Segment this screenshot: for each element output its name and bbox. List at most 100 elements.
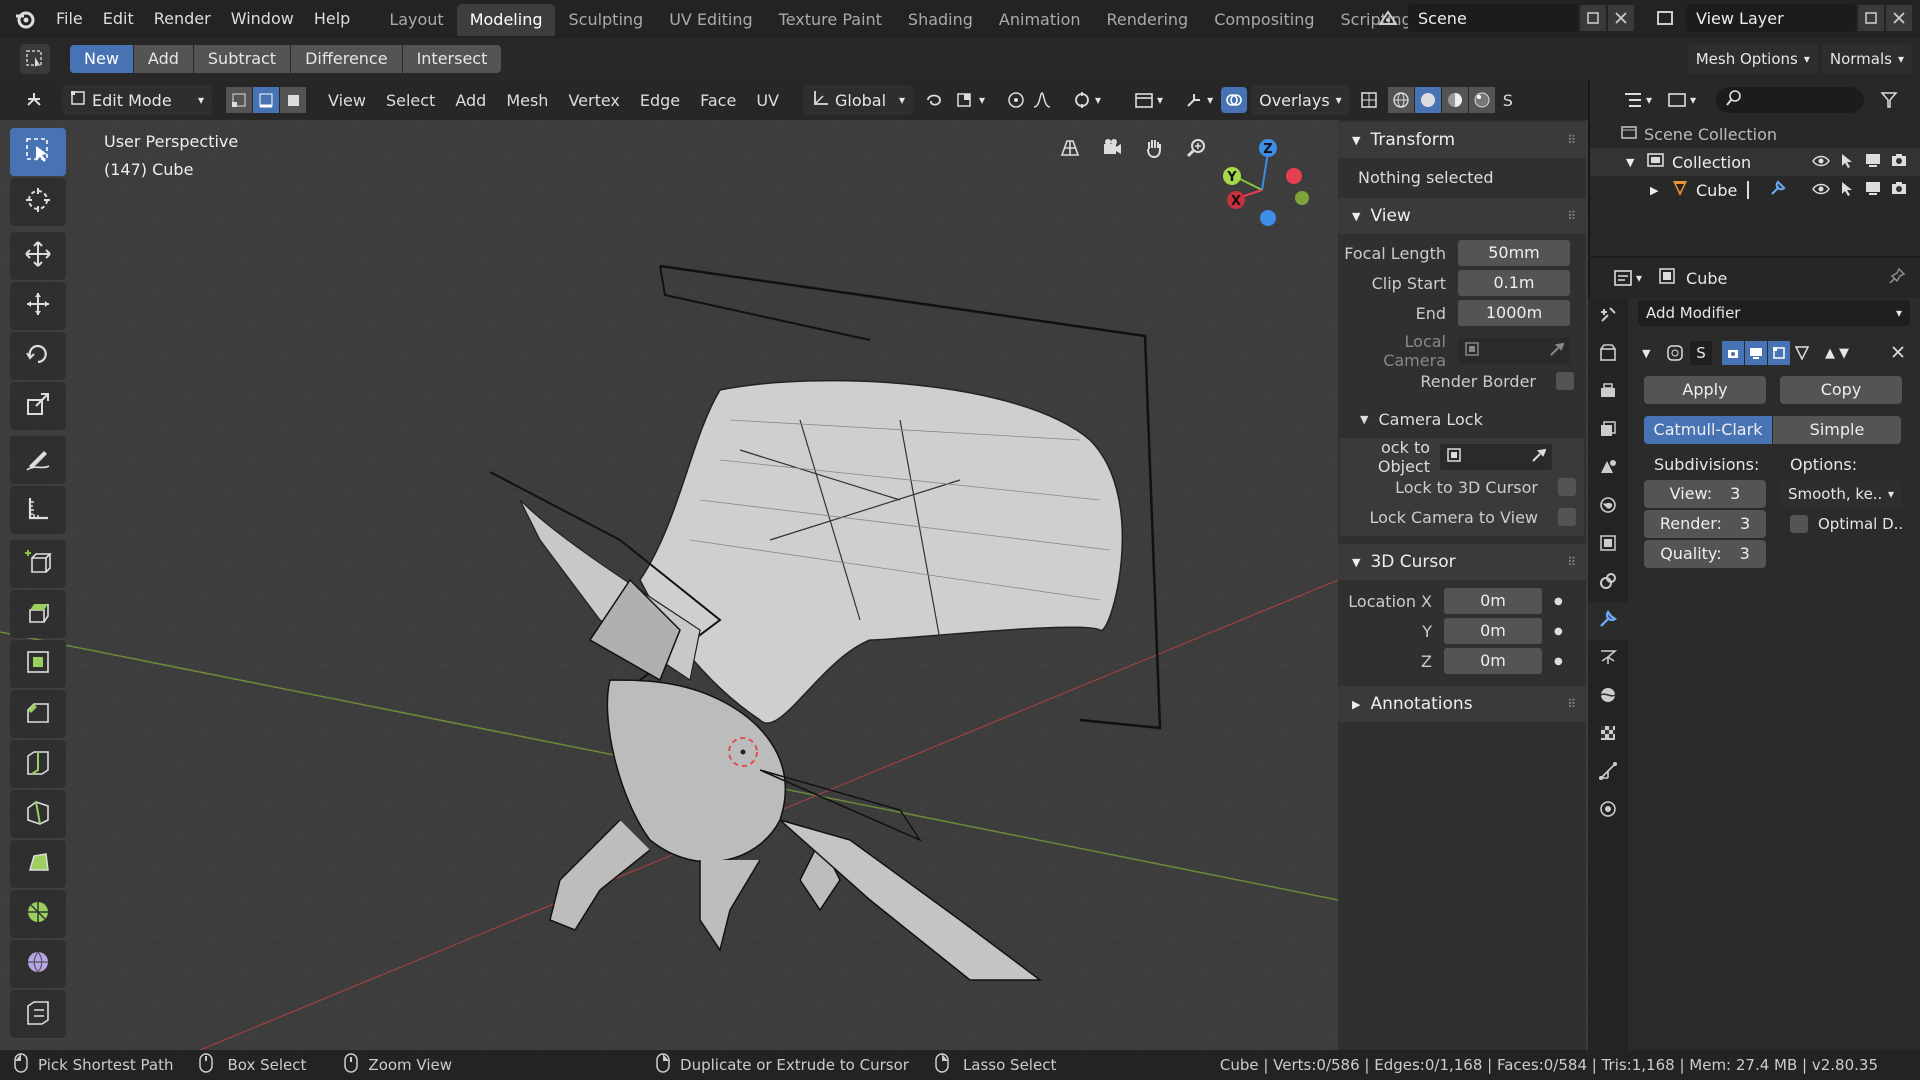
move-up-icon[interactable]: ▲ <box>1825 346 1835 361</box>
realtime-display-icon[interactable] <box>1745 341 1767 365</box>
chevron-down-icon[interactable]: ▾ <box>1157 93 1163 107</box>
copy-scene-icon[interactable] <box>1580 5 1606 31</box>
local-camera-field[interactable] <box>1458 338 1570 364</box>
menu-vertex[interactable]: Vertex <box>558 91 629 110</box>
tab-modeling[interactable]: Modeling <box>456 4 556 36</box>
face-select-icon[interactable] <box>280 87 306 113</box>
material-shading-icon[interactable] <box>1441 87 1468 113</box>
annotate-tool[interactable] <box>10 436 66 484</box>
edit-cage-icon[interactable] <box>1722 341 1744 365</box>
menu-mesh[interactable]: Mesh <box>496 91 558 110</box>
tab-shading[interactable]: Shading <box>895 4 986 36</box>
apply-button[interactable]: Apply <box>1644 376 1766 404</box>
menu-face[interactable]: Face <box>690 91 746 110</box>
overlays-dropdown[interactable]: Overlays ▾ <box>1251 85 1350 115</box>
filter-icon[interactable] <box>1876 87 1902 113</box>
lock-object-field[interactable] <box>1440 444 1552 470</box>
menu-edge[interactable]: Edge <box>630 91 690 110</box>
pivot-point-icon[interactable] <box>921 87 947 113</box>
eye-visibility-icon[interactable] <box>1812 153 1830 172</box>
keyframe-dot-icon[interactable]: ● <box>1554 596 1563 607</box>
mesh-options-dropdown[interactable]: Mesh Options ▾ <box>1687 44 1818 74</box>
render-levels-field[interactable]: Render: 3 <box>1644 510 1766 538</box>
zoom-icon[interactable] <box>1178 130 1214 166</box>
simple-button[interactable]: Simple <box>1773 416 1901 444</box>
tab-view-layer[interactable] <box>1588 412 1628 450</box>
scene-collection-row[interactable]: Scene Collection <box>1590 120 1920 148</box>
bevel-tool[interactable] <box>10 690 66 738</box>
tab-render[interactable] <box>1588 336 1628 374</box>
tab-texture-paint[interactable]: Texture Paint <box>766 4 895 36</box>
scene-name-field[interactable]: Scene <box>1408 4 1578 32</box>
copy-button[interactable]: Copy <box>1780 376 1902 404</box>
tab-uv-editing[interactable]: UV Editing <box>656 4 765 36</box>
wireframe-shading-icon[interactable] <box>1387 87 1414 113</box>
chevron-down-icon[interactable]: ▾ <box>1207 93 1213 107</box>
cursor-tool[interactable] <box>10 178 66 226</box>
chevron-down-icon[interactable]: ▾ <box>979 93 985 107</box>
navigation-gizmo[interactable]: Z Y X <box>1210 134 1320 244</box>
smooth-tool[interactable] <box>10 940 66 988</box>
tab-texture[interactable] <box>1588 716 1628 754</box>
tab-object[interactable] <box>1588 526 1628 564</box>
keyframe-dot-icon[interactable]: ● <box>1554 626 1563 637</box>
cursor-panel-header[interactable]: ▼ 3D Cursor ⠿ <box>1338 544 1586 580</box>
tab-scene[interactable] <box>1588 450 1628 488</box>
poly-build-tool[interactable] <box>10 840 66 888</box>
menu-window[interactable]: Window <box>221 0 304 38</box>
outliner-type-icon[interactable] <box>1620 87 1646 113</box>
tab-layout[interactable]: Layout <box>376 4 456 36</box>
tab-world[interactable] <box>1588 488 1628 526</box>
modifier-name-field[interactable]: S <box>1690 341 1712 365</box>
view-layer-field[interactable]: View Layer <box>1686 4 1856 32</box>
chevron-down-icon[interactable]: ▾ <box>1095 93 1101 107</box>
edge-select-icon[interactable] <box>253 87 279 113</box>
cursor-x-field[interactable]: 0m <box>1444 588 1542 614</box>
edit-mode-display-icon[interactable] <box>1768 341 1790 365</box>
snap-icon[interactable] <box>951 87 977 113</box>
cube-object-row[interactable]: ▶ Cube <box>1590 176 1920 204</box>
normals-dropdown[interactable]: Normals ▾ <box>1821 44 1912 74</box>
drag-handle-icon[interactable]: ⠿ <box>1567 697 1576 711</box>
catmull-clark-button[interactable]: Catmull-Clark <box>1644 416 1772 444</box>
properties-editor-type-icon[interactable] <box>1610 265 1636 291</box>
overlays-toggle-icon[interactable] <box>1221 87 1248 113</box>
remove-modifier-icon[interactable] <box>1892 344 1904 362</box>
xray-toggle-icon[interactable] <box>1356 87 1382 113</box>
inset-tool[interactable] <box>10 640 66 688</box>
menu-select[interactable]: Select <box>376 91 445 110</box>
ortho-grid-icon[interactable] <box>1052 130 1088 166</box>
eyedropper-icon[interactable] <box>1548 341 1565 361</box>
render-camera-icon[interactable] <box>1890 152 1908 172</box>
select-arrow-icon[interactable] <box>1840 180 1854 200</box>
view-levels-field[interactable]: View: 3 <box>1644 480 1766 508</box>
focal-length-field[interactable]: 50mm <box>1458 240 1570 266</box>
menu-edit[interactable]: Edit <box>93 0 144 38</box>
rotate-tool[interactable] <box>10 332 66 380</box>
tab-constraints[interactable] <box>1588 564 1628 602</box>
blender-logo-icon[interactable] <box>10 6 40 32</box>
tab-data[interactable] <box>1588 754 1628 792</box>
collection-row[interactable]: ▼ Collection <box>1590 148 1920 176</box>
tab-particles[interactable] <box>1588 640 1628 678</box>
move-tool[interactable] <box>10 232 66 280</box>
view-layer-icon[interactable] <box>1646 5 1686 31</box>
scale-tool[interactable] <box>10 382 66 430</box>
vertex-select-icon[interactable] <box>226 87 252 113</box>
modifier-wrench-icon[interactable] <box>1769 179 1787 201</box>
tab-tool[interactable] <box>1588 298 1628 336</box>
copy-view-layer-icon[interactable] <box>1858 5 1884 31</box>
optimal-display-checkbox[interactable] <box>1790 515 1808 533</box>
mode-difference-button[interactable]: Difference <box>291 45 402 73</box>
lock-cursor-checkbox[interactable] <box>1558 478 1576 496</box>
chevron-down-icon[interactable]: ▾ <box>1646 93 1652 107</box>
camera-lock-header[interactable]: ▼ Camera Lock <box>1338 400 1586 438</box>
measure-tool[interactable] <box>10 486 66 534</box>
spin-tool[interactable] <box>10 890 66 938</box>
viewport-display-icon[interactable] <box>1864 152 1882 172</box>
editor-type-icon[interactable] <box>18 87 54 113</box>
orientation-dropdown[interactable]: Global ▾ <box>802 85 913 115</box>
lock-camera-view-checkbox[interactable] <box>1558 508 1576 526</box>
tab-object-data[interactable] <box>1588 792 1628 830</box>
drag-handle-icon[interactable]: ⠿ <box>1567 209 1576 223</box>
